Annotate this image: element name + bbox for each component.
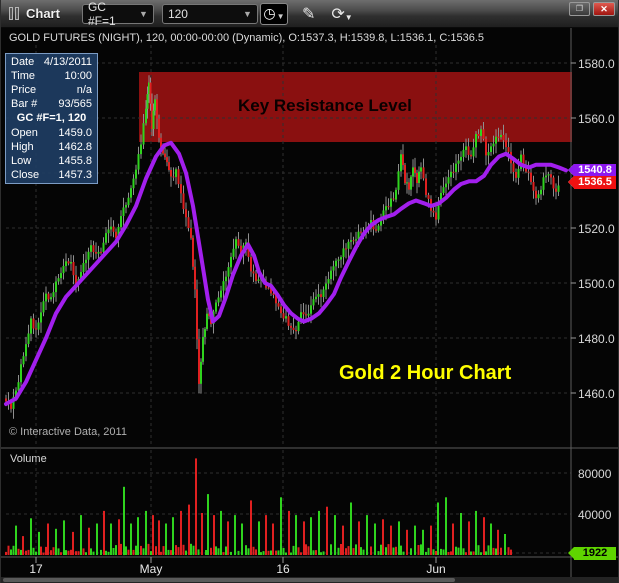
row-value: 93/565 xyxy=(58,97,92,111)
price-tag-last-price: 1536.5 xyxy=(574,176,616,189)
row-label: High xyxy=(11,140,34,154)
data-window-row: Close 1457.3 xyxy=(6,168,97,182)
row-label: Date xyxy=(11,55,34,69)
row-value: 10:00 xyxy=(64,69,92,83)
data-window-row: Bar # 93/565 xyxy=(6,97,97,111)
price-tick-label: 1460.0 xyxy=(578,387,615,401)
data-window-row: Date 4/13/2011 xyxy=(6,55,97,69)
price-tick-label: 1480.0 xyxy=(578,332,615,346)
row-value: 1459.0 xyxy=(58,126,92,140)
volume-tick-label: 80000 xyxy=(578,467,611,481)
time-axis-label: May xyxy=(140,562,163,576)
chart-window: Chart GC #F=1 ▼ 120 ▼ ◷ ▼ ✎ ⟳ ▼ ❐ ✕ GOLD… xyxy=(0,0,619,583)
price-tick-label: 1520.0 xyxy=(578,222,615,236)
volume-tick-label: 40000 xyxy=(578,508,611,522)
data-window-row: Low 1455.8 xyxy=(6,154,97,168)
horizontal-scrollbar[interactable] xyxy=(1,577,619,583)
price-tick-label: 1500.0 xyxy=(578,277,615,291)
price-tick-label: 1580.0 xyxy=(578,57,615,71)
gold-chart-label: Gold 2 Hour Chart xyxy=(339,362,511,385)
data-window-row: High 1462.8 xyxy=(6,140,97,154)
row-label: Low xyxy=(11,154,31,168)
row-value: n/a xyxy=(77,83,92,97)
row-label: Bar # xyxy=(11,97,37,111)
time-axis-label: Jun xyxy=(426,562,445,576)
row-value: 1462.8 xyxy=(58,140,92,154)
price-tick-label: 1560.0 xyxy=(578,112,615,126)
chart-title: GOLD FUTURES (NIGHT), 120, 00:00-00:00 (… xyxy=(9,32,484,44)
row-label: Price xyxy=(11,83,36,97)
row-label: Close xyxy=(11,168,39,182)
row-value: 1457.3 xyxy=(58,168,92,182)
time-axis-label: 17 xyxy=(29,562,42,576)
data-window-header: GC #F=1, 120 xyxy=(6,111,97,126)
scrollbar-thumb[interactable] xyxy=(3,578,455,582)
row-label: Time xyxy=(11,69,35,83)
row-value: 4/13/2011 xyxy=(44,55,92,69)
volume-panel-label: Volume xyxy=(10,453,47,465)
data-window-row: Time 10:00 xyxy=(6,69,97,83)
data-window-row: Open 1459.0 xyxy=(6,126,97,140)
row-label: Open xyxy=(11,126,38,140)
copyright-label: © Interactive Data, 2011 xyxy=(9,426,127,438)
time-axis-label: 16 xyxy=(276,562,289,576)
volume-tag: 1922 xyxy=(574,547,616,560)
row-value: 1455.8 xyxy=(58,154,92,168)
resistance-label: Key Resistance Level xyxy=(238,96,412,116)
data-window: Date 4/13/2011 Time 10:00 Price n/a Bar # 93/56… xyxy=(5,53,98,184)
data-window-row: Price n/a xyxy=(6,83,97,97)
